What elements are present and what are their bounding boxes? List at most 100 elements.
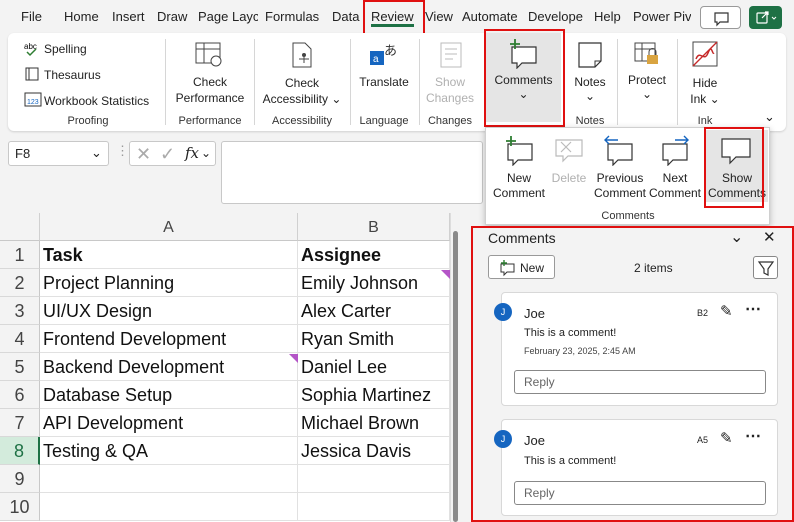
- comment-indicator-b2[interactable]: [441, 270, 450, 279]
- cell-a3[interactable]: UI/UX Design: [40, 297, 298, 325]
- row-header[interactable]: 5: [0, 353, 40, 381]
- popup-group-label: Comments: [601, 210, 655, 222]
- select-all-corner[interactable]: [0, 213, 40, 241]
- formula-buttons: ✕ ✓ fx ⌄: [129, 141, 216, 166]
- workbook-statistics-icon: 123: [24, 92, 42, 107]
- tab-insert[interactable]: Insert: [112, 9, 145, 24]
- comments-pane-highlight: [471, 226, 794, 522]
- row-header[interactable]: 10: [0, 493, 40, 521]
- name-box-value: F8: [15, 146, 31, 161]
- notes-icon: [578, 42, 602, 68]
- tab-data[interactable]: Data: [332, 9, 359, 24]
- comment-icon: [714, 12, 729, 27]
- delete-comment-button[interactable]: Delete: [550, 130, 588, 202]
- show-changes-line1[interactable]: Show: [419, 74, 481, 90]
- cell-b7[interactable]: Michael Brown: [298, 409, 450, 437]
- comments-toggle-button[interactable]: [700, 6, 741, 29]
- hide-ink-line1[interactable]: Hide: [680, 75, 730, 91]
- notes-chevron-icon: ⌄: [584, 89, 596, 103]
- enter-icon[interactable]: ✓: [160, 144, 175, 165]
- column-header-b[interactable]: B: [298, 213, 450, 241]
- translate-button[interactable]: Translate: [352, 74, 416, 90]
- show-changes-line2[interactable]: Changes: [419, 90, 481, 106]
- more-options-icon: ⋮: [116, 143, 129, 158]
- cell-a7[interactable]: API Development: [40, 409, 298, 437]
- new-comment-line1: New: [506, 171, 531, 185]
- cell-a6[interactable]: Database Setup: [40, 381, 298, 409]
- thesaurus-icon: [25, 67, 39, 81]
- next-comment-button[interactable]: Next Comment: [649, 130, 701, 202]
- name-box[interactable]: F8 ⌄: [8, 141, 109, 166]
- cell-b8[interactable]: Jessica Davis: [298, 437, 450, 465]
- tab-automate[interactable]: Automate: [462, 9, 518, 24]
- group-label-performance: Performance: [178, 115, 242, 127]
- share-button[interactable]: [749, 6, 782, 29]
- row-header[interactable]: 9: [0, 465, 40, 493]
- svg-text:123: 123: [27, 99, 39, 106]
- row-header[interactable]: 2: [0, 269, 40, 297]
- cell-a8[interactable]: Testing & QA: [40, 437, 298, 465]
- delete-comment-icon: [555, 139, 583, 163]
- collapse-ribbon-icon[interactable]: ⌄: [764, 109, 775, 125]
- insert-function-icon[interactable]: fx: [185, 144, 199, 162]
- check-performance-line1[interactable]: Check: [170, 74, 250, 90]
- tab-page-layout[interactable]: Page Layc: [198, 9, 258, 24]
- workbook-statistics-button[interactable]: Workbook Statistics: [44, 94, 149, 108]
- row-header[interactable]: 7: [0, 409, 40, 437]
- spelling-button[interactable]: Spelling: [44, 42, 87, 56]
- tab-help[interactable]: Help: [594, 9, 621, 24]
- cell-a5[interactable]: Backend Development: [40, 353, 298, 381]
- hide-ink-line2[interactable]: Ink ⌄: [680, 91, 730, 107]
- cell-a1[interactable]: Task: [40, 241, 298, 269]
- previous-comment-button[interactable]: Previous Comment: [592, 130, 648, 202]
- name-box-chevron-icon[interactable]: ⌄: [91, 145, 102, 161]
- tab-view[interactable]: View: [425, 9, 453, 24]
- cell-b9[interactable]: [298, 465, 450, 493]
- column-header-a[interactable]: A: [40, 213, 298, 241]
- cell-b1[interactable]: Assignee: [298, 241, 450, 269]
- formula-input[interactable]: [221, 141, 483, 204]
- cell-b3[interactable]: Alex Carter: [298, 297, 450, 325]
- cell-b6[interactable]: Sophia Martinez: [298, 381, 450, 409]
- row-header[interactable]: 3: [0, 297, 40, 325]
- comments-button-highlight: [484, 29, 565, 127]
- previous-line1: Previous: [596, 171, 644, 185]
- comment-indicator-a5[interactable]: [289, 354, 298, 363]
- cell-a10[interactable]: [40, 493, 298, 521]
- row-header[interactable]: 6: [0, 381, 40, 409]
- tab-developer[interactable]: Develope: [528, 9, 586, 24]
- delete-label: Delete: [551, 171, 587, 185]
- vertical-scrollbar[interactable]: [450, 213, 458, 522]
- protect-icon: [634, 42, 658, 64]
- tab-draw[interactable]: Draw: [157, 9, 187, 24]
- row-header[interactable]: 4: [0, 325, 40, 353]
- cell-b2[interactable]: Emily Johnson: [298, 269, 450, 297]
- new-comment-icon: [506, 136, 533, 166]
- tab-formulas[interactable]: Formulas: [265, 9, 319, 24]
- check-performance-line2[interactable]: Performance: [170, 90, 250, 106]
- cell-b10[interactable]: [298, 493, 450, 521]
- group-label-notes: Notes: [575, 115, 605, 127]
- row-header[interactable]: 1: [0, 241, 40, 269]
- group-label-changes: Changes: [427, 115, 473, 127]
- new-comment-button[interactable]: New Comment: [488, 130, 550, 202]
- row-header[interactable]: 8: [0, 437, 40, 465]
- cell-b5[interactable]: Daniel Lee: [298, 353, 450, 381]
- check-accessibility-icon: [292, 42, 312, 68]
- worksheet-grid: A B 1 Task Assignee 2 Project Planning Emily …: [0, 213, 458, 522]
- cell-a9[interactable]: [40, 465, 298, 493]
- tab-file[interactable]: File: [21, 9, 42, 24]
- cell-a2[interactable]: Project Planning: [40, 269, 298, 297]
- scrollbar-thumb[interactable]: [453, 231, 458, 522]
- cell-a4[interactable]: Frontend Development: [40, 325, 298, 353]
- cancel-icon[interactable]: ✕: [136, 144, 151, 165]
- check-accessibility-line1[interactable]: Check: [262, 75, 342, 91]
- thesaurus-button[interactable]: Thesaurus: [44, 68, 101, 82]
- cell-b4[interactable]: Ryan Smith: [298, 325, 450, 353]
- tab-home[interactable]: Home: [64, 9, 99, 24]
- check-accessibility-line2[interactable]: Accessibility ⌄: [260, 91, 344, 107]
- next-comment-icon: [662, 135, 689, 166]
- insert-function-chevron-icon[interactable]: ⌄: [201, 146, 211, 160]
- tab-power-pivot[interactable]: Power Piv: [633, 9, 691, 24]
- previous-line2: Comment: [593, 186, 646, 200]
